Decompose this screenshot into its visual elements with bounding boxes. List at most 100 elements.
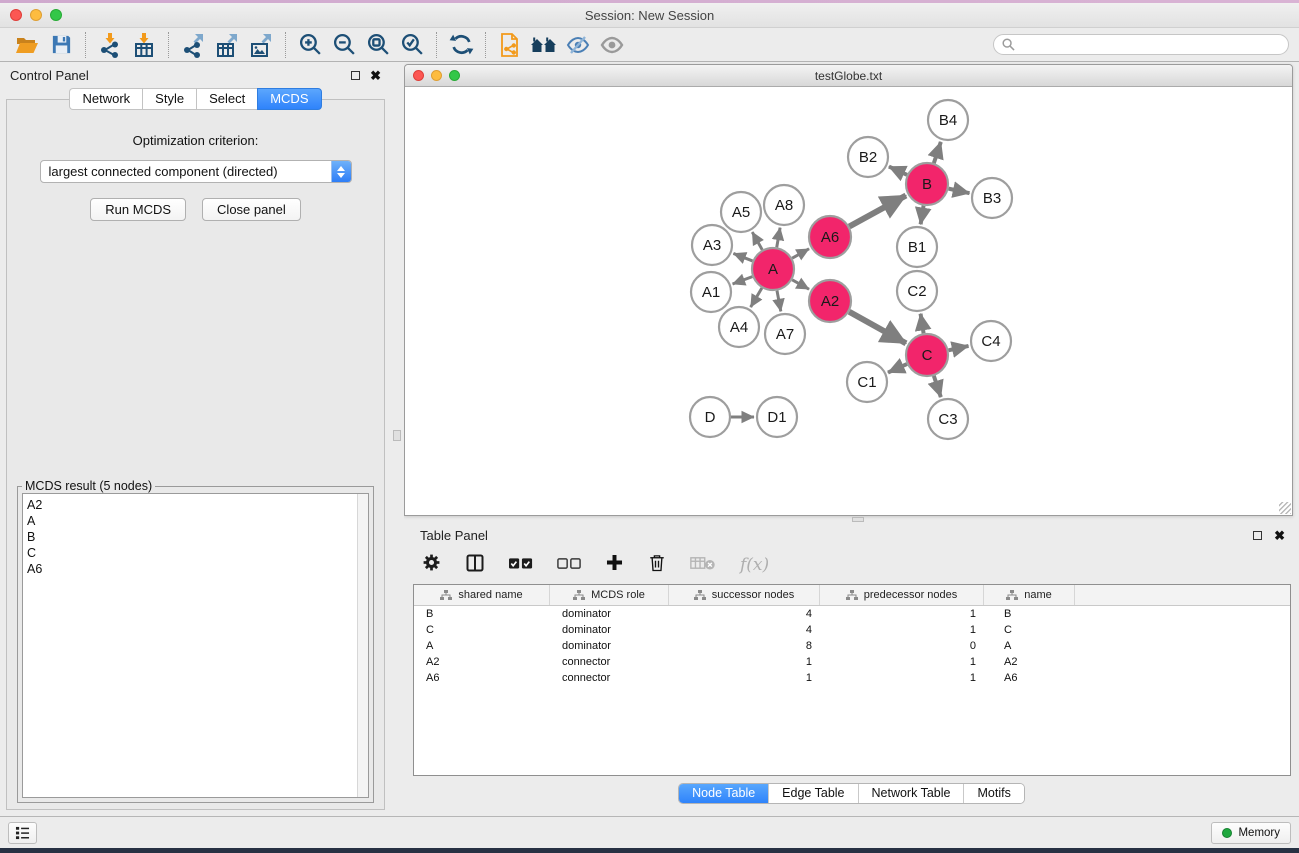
close-panel-icon[interactable]: ✖ bbox=[370, 71, 381, 80]
new-network-from-file-icon[interactable] bbox=[493, 30, 527, 60]
table-cell[interactable]: A6 bbox=[984, 670, 1075, 686]
table-mode-gear-icon[interactable] bbox=[422, 553, 441, 577]
table-cell[interactable]: B bbox=[984, 606, 1075, 622]
node-table[interactable]: shared nameMCDS rolesuccessor nodesprede… bbox=[413, 584, 1291, 776]
table-cell[interactable]: connector bbox=[550, 654, 669, 670]
show-details-eye-icon[interactable] bbox=[595, 30, 629, 60]
tab-motifs[interactable]: Motifs bbox=[963, 784, 1023, 803]
table-cell[interactable]: dominator bbox=[550, 638, 669, 654]
graph-edge-A-A7[interactable] bbox=[777, 291, 781, 312]
save-session-icon[interactable] bbox=[44, 30, 78, 60]
result-list-scrollbar[interactable] bbox=[357, 494, 368, 797]
graph-edge-B-B3[interactable] bbox=[949, 189, 970, 194]
mcds-result-item[interactable]: B bbox=[27, 529, 353, 545]
table-row[interactable]: A6connector11A6 bbox=[414, 670, 1290, 686]
show-panels-button[interactable] bbox=[8, 822, 37, 844]
graph-edge-C-C3[interactable] bbox=[934, 376, 941, 397]
add-column-icon[interactable] bbox=[605, 553, 624, 577]
column-header-name[interactable]: name bbox=[984, 585, 1075, 605]
zoom-selected-icon[interactable] bbox=[395, 30, 429, 60]
run-mcds-button[interactable]: Run MCDS bbox=[90, 198, 186, 221]
select-all-icon[interactable] bbox=[509, 556, 533, 574]
graph-node-A1[interactable]: A1 bbox=[691, 272, 731, 312]
tab-select[interactable]: Select bbox=[196, 88, 257, 110]
column-header-successor-nodes[interactable]: successor nodes bbox=[669, 585, 820, 605]
table-cell[interactable]: 4 bbox=[669, 622, 820, 638]
splitter-handle[interactable] bbox=[852, 517, 864, 522]
float-panel-icon[interactable] bbox=[351, 71, 360, 80]
graph-node-A7[interactable]: A7 bbox=[765, 314, 805, 354]
tab-node-table[interactable]: Node Table bbox=[679, 784, 768, 803]
graph-node-A4[interactable]: A4 bbox=[719, 307, 759, 347]
graph-node-C3[interactable]: C3 bbox=[928, 399, 968, 439]
table-cell[interactable]: A2 bbox=[414, 654, 550, 670]
table-cell[interactable]: A2 bbox=[984, 654, 1075, 670]
column-header-MCDS-role[interactable]: MCDS role bbox=[550, 585, 669, 605]
close-panel-icon[interactable]: ✖ bbox=[1274, 531, 1285, 540]
table-row[interactable]: A2connector11A2 bbox=[414, 654, 1290, 670]
graph-node-B1[interactable]: B1 bbox=[897, 227, 937, 267]
table-cell[interactable]: 1 bbox=[820, 654, 984, 670]
graph-node-A2[interactable]: A2 bbox=[809, 280, 851, 322]
graph-edge-A-A1[interactable] bbox=[733, 277, 753, 284]
float-panel-icon[interactable] bbox=[1253, 531, 1262, 540]
mcds-result-item[interactable]: A6 bbox=[27, 561, 353, 577]
zoom-out-icon[interactable] bbox=[327, 30, 361, 60]
graph-edge-A6-B[interactable] bbox=[849, 196, 906, 227]
table-cell[interactable]: connector bbox=[550, 670, 669, 686]
mcds-result-item[interactable]: A2 bbox=[27, 497, 353, 513]
import-network-icon[interactable] bbox=[93, 30, 127, 60]
table-cell[interactable]: 1 bbox=[820, 606, 984, 622]
zoom-in-icon[interactable] bbox=[293, 30, 327, 60]
graph-edge-B-B2[interactable] bbox=[889, 167, 907, 175]
table-cell[interactable]: A bbox=[984, 638, 1075, 654]
import-table-icon[interactable] bbox=[127, 30, 161, 60]
table-cell[interactable]: dominator bbox=[550, 622, 669, 638]
graph-node-B3[interactable]: B3 bbox=[972, 178, 1012, 218]
table-cell[interactable]: 4 bbox=[669, 606, 820, 622]
graph-edge-A-A2[interactable] bbox=[792, 280, 809, 289]
table-cell[interactable]: 1 bbox=[669, 670, 820, 686]
panel-splitter-horizontal[interactable] bbox=[404, 516, 1299, 523]
table-row[interactable]: Adominator80A bbox=[414, 638, 1290, 654]
table-cell[interactable]: 0 bbox=[820, 638, 984, 654]
table-cell[interactable]: C bbox=[414, 622, 550, 638]
graph-edge-A-A5[interactable] bbox=[752, 232, 762, 250]
graph-edge-A-A8[interactable] bbox=[777, 228, 780, 248]
mcds-result-item[interactable]: A bbox=[27, 513, 353, 529]
graph-node-A[interactable]: A bbox=[752, 248, 794, 290]
tab-mcds[interactable]: MCDS bbox=[257, 88, 321, 110]
graph-node-C4[interactable]: C4 bbox=[971, 321, 1011, 361]
graph-node-B4[interactable]: B4 bbox=[928, 100, 968, 140]
graph-edge-C-C1[interactable] bbox=[888, 364, 907, 373]
network-canvas[interactable]: AA6A2BCA1A3A5A8A4A7B2B4B3B1C2C4C1C3DD1 bbox=[405, 87, 1292, 515]
graph-node-C[interactable]: C bbox=[906, 334, 948, 376]
graph-node-C1[interactable]: C1 bbox=[847, 362, 887, 402]
graph-node-A6[interactable]: A6 bbox=[809, 216, 851, 258]
home-layout-icon[interactable] bbox=[527, 30, 561, 60]
table-cell[interactable]: B bbox=[414, 606, 550, 622]
export-table-icon[interactable] bbox=[210, 30, 244, 60]
search-box[interactable] bbox=[993, 34, 1289, 55]
mcds-result-item[interactable]: C bbox=[27, 545, 353, 561]
graph-node-B2[interactable]: B2 bbox=[848, 137, 888, 177]
table-cell[interactable]: 8 bbox=[669, 638, 820, 654]
graph-edge-B-B1[interactable] bbox=[921, 206, 924, 225]
graph-edge-C-C2[interactable] bbox=[921, 314, 924, 334]
graph-node-A5[interactable]: A5 bbox=[721, 192, 761, 232]
window-resize-grip[interactable] bbox=[1279, 502, 1291, 514]
tab-network-table[interactable]: Network Table bbox=[858, 784, 964, 803]
graph-edge-C-C4[interactable] bbox=[948, 346, 968, 350]
graph-node-D1[interactable]: D1 bbox=[757, 397, 797, 437]
table-cell[interactable]: A bbox=[414, 638, 550, 654]
table-cell[interactable]: 1 bbox=[820, 622, 984, 638]
graph-node-B[interactable]: B bbox=[906, 163, 948, 205]
tab-network[interactable]: Network bbox=[69, 88, 142, 110]
deselect-all-icon[interactable] bbox=[557, 556, 581, 574]
mcds-result-list[interactable]: A2ABCA6 bbox=[22, 493, 369, 798]
zoom-fit-icon[interactable] bbox=[361, 30, 395, 60]
graph-node-D[interactable]: D bbox=[690, 397, 730, 437]
network-window-titlebar[interactable]: testGlobe.txt bbox=[405, 65, 1292, 87]
table-cell[interactable]: dominator bbox=[550, 606, 669, 622]
close-panel-button[interactable]: Close panel bbox=[202, 198, 301, 221]
